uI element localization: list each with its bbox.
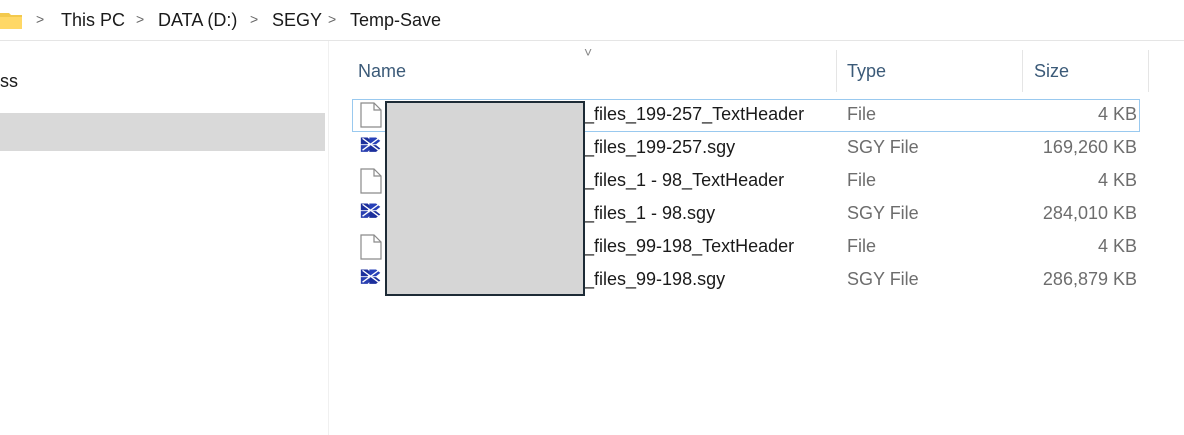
- column-divider[interactable]: [1148, 50, 1149, 92]
- file-size: 4 KB: [1097, 104, 1137, 124]
- redaction-box: [385, 101, 585, 296]
- file-type: File: [847, 236, 877, 256]
- file-size: 4 KB: [1097, 170, 1137, 190]
- file-icon: [360, 234, 382, 260]
- file-type: SGY File: [847, 269, 919, 289]
- file-size: 284,010 KB: [1042, 203, 1137, 223]
- folder-icon: [0, 13, 22, 29]
- breadcrumb-segy[interactable]: SEGY: [272, 10, 322, 31]
- breadcrumb-separator: >: [136, 11, 145, 27]
- file-icon: [360, 168, 382, 194]
- breadcrumb-separator: >: [36, 11, 45, 27]
- breadcrumb-data-drive[interactable]: DATA (D:): [158, 10, 237, 31]
- column-header-name[interactable]: Name: [358, 61, 406, 82]
- file-name[interactable]: _files_199-257.sgy: [584, 137, 735, 158]
- column-header-size[interactable]: Size: [1034, 61, 1069, 82]
- breadcrumb-temp-save[interactable]: Temp-Save: [350, 10, 441, 31]
- file-type: File: [847, 170, 877, 190]
- file-size: 286,879 KB: [1042, 269, 1137, 289]
- sgy-icon: [360, 135, 382, 161]
- breadcrumb-separator: >: [250, 11, 259, 27]
- file-icon: [360, 102, 382, 128]
- file-name[interactable]: _files_99-198_TextHeader: [584, 236, 794, 257]
- nav-item-selected[interactable]: [0, 113, 325, 151]
- column-divider[interactable]: [836, 50, 837, 92]
- column-header-type[interactable]: Type: [847, 61, 886, 82]
- sort-chevron-icon: ˅: [584, 44, 593, 60]
- sgy-icon: [360, 201, 382, 227]
- file-name[interactable]: _files_199-257_TextHeader: [584, 104, 804, 125]
- file-type: SGY File: [847, 137, 919, 157]
- breadcrumb-separator: >: [328, 11, 337, 27]
- breadcrumb-this-pc[interactable]: This PC: [61, 10, 125, 31]
- nav-item-label[interactable]: ss: [0, 71, 18, 92]
- file-size: 4 KB: [1097, 236, 1137, 256]
- file-name[interactable]: _files_1 - 98.sgy: [584, 203, 715, 224]
- file-type: SGY File: [847, 203, 919, 223]
- address-bar[interactable]: > This PC > DATA (D:) > SEGY > Temp-Save: [0, 0, 1184, 41]
- file-type: File: [847, 104, 877, 124]
- sgy-icon: [360, 267, 382, 293]
- file-name[interactable]: _files_99-198.sgy: [584, 269, 725, 290]
- file-name[interactable]: _files_1 - 98_TextHeader: [584, 170, 784, 191]
- navigation-pane[interactable]: ss: [0, 41, 329, 435]
- file-size: 169,260 KB: [1042, 137, 1137, 157]
- column-divider[interactable]: [1022, 50, 1023, 92]
